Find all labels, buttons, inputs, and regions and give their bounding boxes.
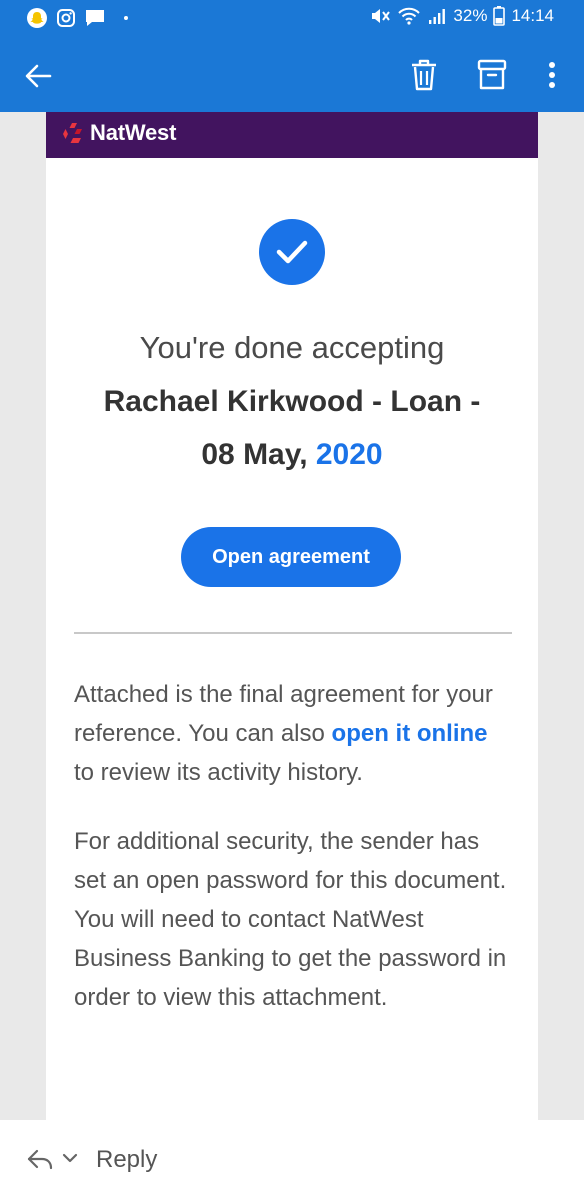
natwest-logo-icon xyxy=(63,123,82,143)
back-arrow-icon[interactable] xyxy=(22,60,54,92)
notification-icons xyxy=(26,7,128,29)
wifi-icon xyxy=(398,7,421,25)
instagram-icon xyxy=(57,9,75,27)
document-date: 08 May, xyxy=(201,438,316,471)
confirmation-headline: You're done accepting xyxy=(139,330,445,365)
email-card: NatWest You're done accepting Rachael Ki… xyxy=(46,112,538,1120)
divider xyxy=(74,632,512,634)
document-title-line1: Rachael Kirkwood - Loan - xyxy=(103,385,481,418)
signal-icon xyxy=(429,9,446,24)
date-year-link[interactable]: 2020 xyxy=(316,438,383,471)
brand-logo: NatWest xyxy=(60,120,176,146)
brand-banner: NatWest xyxy=(46,112,538,158)
snapchat-icon xyxy=(27,8,47,28)
battery-percent: 32% xyxy=(453,6,488,25)
attachment-paragraph: Attached is the final agreement for your… xyxy=(74,675,514,792)
success-check-icon xyxy=(259,219,325,285)
trash-icon[interactable] xyxy=(408,58,440,92)
system-status: 32% 14:14 xyxy=(369,6,554,26)
document-title-line2: 08 May, 2020 xyxy=(46,438,538,472)
mute-icon xyxy=(372,9,391,23)
clock: 14:14 xyxy=(511,6,554,25)
reply-button[interactable]: Reply xyxy=(96,1146,157,1174)
security-paragraph: For additional security, the sender has … xyxy=(74,828,507,1011)
brand-name: NatWest xyxy=(90,120,177,145)
battery-icon xyxy=(493,6,506,26)
chevron-down-icon[interactable] xyxy=(62,1152,78,1164)
open-online-link[interactable]: open it online xyxy=(332,720,488,747)
chat-icon xyxy=(86,10,104,26)
reply-bar: Reply xyxy=(0,1120,584,1200)
email-body[interactable]: NatWest You're done accepting Rachael Ki… xyxy=(0,112,584,1120)
open-agreement-button[interactable]: Open agreement xyxy=(181,527,401,587)
more-vert-icon[interactable] xyxy=(540,58,564,92)
app-bar xyxy=(0,38,584,112)
reply-icon[interactable] xyxy=(26,1148,54,1170)
status-bar: 32% 14:14 xyxy=(0,0,584,38)
archive-icon[interactable] xyxy=(476,58,508,92)
more-notifications-dot xyxy=(124,16,128,20)
paragraph-text: to review its activity history. xyxy=(74,759,363,786)
